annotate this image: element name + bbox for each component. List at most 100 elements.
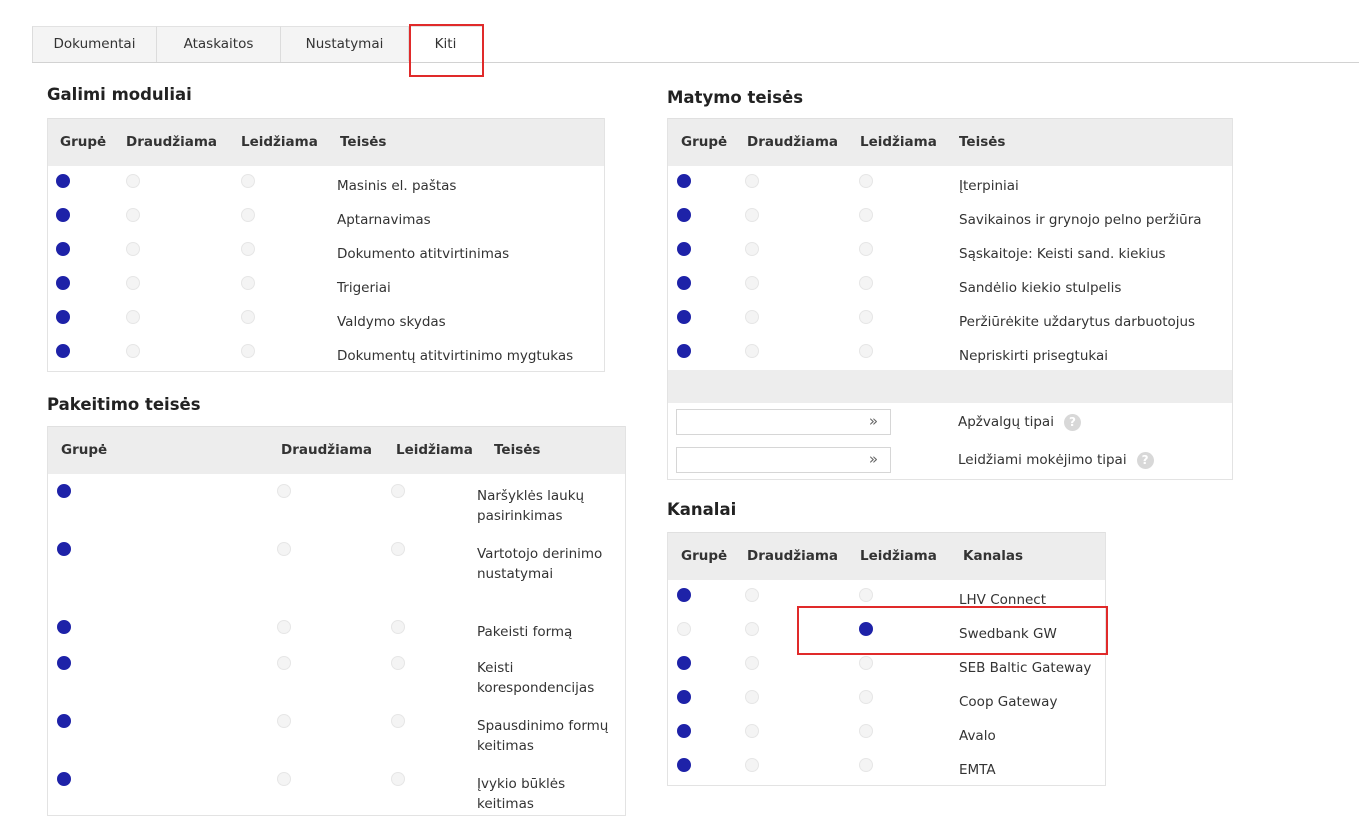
radio-grupe[interactable] [677, 276, 691, 290]
section-title-galimi-moduliai: Galimi moduliai [47, 85, 192, 104]
radio-leidziama[interactable] [859, 724, 873, 738]
radio-leidziama[interactable] [241, 208, 255, 222]
radio-grupe[interactable] [56, 310, 70, 324]
radio-draudziama[interactable] [277, 656, 291, 670]
radio-grupe[interactable] [57, 656, 71, 670]
radio-grupe[interactable] [56, 276, 70, 290]
radio-leidziama[interactable] [859, 622, 873, 636]
radio-leidziama[interactable] [241, 174, 255, 188]
radio-leidziama[interactable] [391, 714, 405, 728]
select-label: Leidžiami mokėjimo tipai [958, 452, 1127, 468]
table-header: Grupė Draudžiama Leidžiama Teisės [668, 118, 1232, 166]
row-label: LHV Connect [959, 592, 1047, 608]
radio-grupe[interactable] [57, 620, 71, 634]
radio-leidziama[interactable] [859, 588, 873, 602]
radio-draudziama[interactable] [277, 542, 291, 556]
radio-grupe[interactable] [56, 208, 70, 222]
row-label: Sąskaitoje: Keisti sand. kiekius [959, 246, 1166, 262]
radio-leidziama[interactable] [391, 656, 405, 670]
table-header: Grupė Draudžiama Leidžiama Teisės [48, 426, 625, 474]
row-label: Valdymo skydas [337, 314, 446, 330]
radio-leidziama[interactable] [391, 620, 405, 634]
radio-draudziama[interactable] [745, 622, 759, 636]
double-chevron-right-icon[interactable]: » [869, 412, 878, 430]
radio-grupe[interactable] [57, 714, 71, 728]
radio-leidziama[interactable] [859, 174, 873, 188]
radio-leidziama[interactable] [241, 242, 255, 256]
row-label: Vartotojo derinimo nustatymai [477, 546, 603, 582]
radio-grupe[interactable] [677, 758, 691, 772]
radio-leidziama[interactable] [859, 276, 873, 290]
radio-leidziama[interactable] [859, 242, 873, 256]
radio-draudziama[interactable] [126, 310, 140, 324]
radio-leidziama[interactable] [391, 772, 405, 786]
header-draudziama: Draudžiama [747, 548, 839, 564]
radio-grupe[interactable] [677, 310, 691, 324]
radio-draudziama[interactable] [126, 344, 140, 358]
radio-leidziama[interactable] [241, 276, 255, 290]
radio-grupe[interactable] [677, 622, 691, 636]
radio-grupe[interactable] [57, 484, 71, 498]
radio-draudziama[interactable] [745, 344, 759, 358]
radio-draudziama[interactable] [745, 724, 759, 738]
radio-leidziama[interactable] [859, 208, 873, 222]
radio-grupe[interactable] [677, 690, 691, 704]
radio-grupe[interactable] [56, 174, 70, 188]
radio-grupe[interactable] [677, 656, 691, 670]
radio-grupe[interactable] [57, 772, 71, 786]
row-label: Aptarnavimas [337, 212, 431, 228]
radio-draudziama[interactable] [745, 758, 759, 772]
radio-grupe[interactable] [57, 542, 71, 556]
double-chevron-right-icon[interactable]: » [869, 450, 878, 468]
tab-nustatymai[interactable]: Nustatymai [280, 26, 408, 62]
radio-leidziama[interactable] [391, 484, 405, 498]
leidziami-mokejimo-tipai-select[interactable]: » [676, 447, 891, 473]
radio-grupe[interactable] [56, 242, 70, 256]
section-title-pakeitimo-teises: Pakeitimo teisės [47, 395, 201, 414]
table-kanalai: Grupė Draudžiama Leidžiama Kanalas LHV C… [667, 532, 1106, 786]
radio-grupe[interactable] [56, 344, 70, 358]
tab-ataskaitos[interactable]: Ataskaitos [156, 26, 280, 62]
help-icon[interactable]: ? [1063, 413, 1081, 431]
tab-dokumentai[interactable]: Dokumentai [32, 26, 156, 62]
radio-draudziama[interactable] [126, 208, 140, 222]
radio-draudziama[interactable] [745, 208, 759, 222]
tab-kiti[interactable]: Kiti [408, 26, 482, 62]
radio-draudziama[interactable] [745, 310, 759, 324]
radio-draudziama[interactable] [745, 690, 759, 704]
radio-draudziama[interactable] [277, 772, 291, 786]
radio-draudziama[interactable] [745, 276, 759, 290]
radio-grupe[interactable] [677, 588, 691, 602]
radio-draudziama[interactable] [126, 174, 140, 188]
radio-draudziama[interactable] [277, 620, 291, 634]
radio-draudziama[interactable] [745, 242, 759, 256]
spacer-bar [668, 370, 1232, 403]
radio-leidziama[interactable] [391, 542, 405, 556]
radio-leidziama[interactable] [241, 310, 255, 324]
apzvalgu-tipai-select[interactable]: » [676, 409, 891, 435]
radio-draudziama[interactable] [745, 588, 759, 602]
radio-draudziama[interactable] [126, 276, 140, 290]
radio-grupe[interactable] [677, 724, 691, 738]
radio-leidziama[interactable] [859, 310, 873, 324]
radio-draudziama[interactable] [745, 656, 759, 670]
row-label: Coop Gateway [959, 694, 1058, 710]
radio-draudziama[interactable] [745, 174, 759, 188]
radio-draudziama[interactable] [277, 714, 291, 728]
radio-grupe[interactable] [677, 242, 691, 256]
header-teises: Teisės [494, 442, 541, 458]
radio-grupe[interactable] [677, 208, 691, 222]
radio-draudziama[interactable] [277, 484, 291, 498]
radio-draudziama[interactable] [126, 242, 140, 256]
radio-leidziama[interactable] [241, 344, 255, 358]
row-label: SEB Baltic Gateway [959, 660, 1092, 676]
radio-leidziama[interactable] [859, 656, 873, 670]
row-label: Savikainos ir grynojo pelno peržiūra [959, 212, 1202, 228]
help-icon[interactable]: ? [1136, 451, 1154, 469]
table-matymo-teises: Grupė Draudžiama Leidžiama Teisės » Apžv… [667, 118, 1233, 480]
radio-grupe[interactable] [677, 344, 691, 358]
radio-leidziama[interactable] [859, 344, 873, 358]
radio-grupe[interactable] [677, 174, 691, 188]
radio-leidziama[interactable] [859, 690, 873, 704]
radio-leidziama[interactable] [859, 758, 873, 772]
